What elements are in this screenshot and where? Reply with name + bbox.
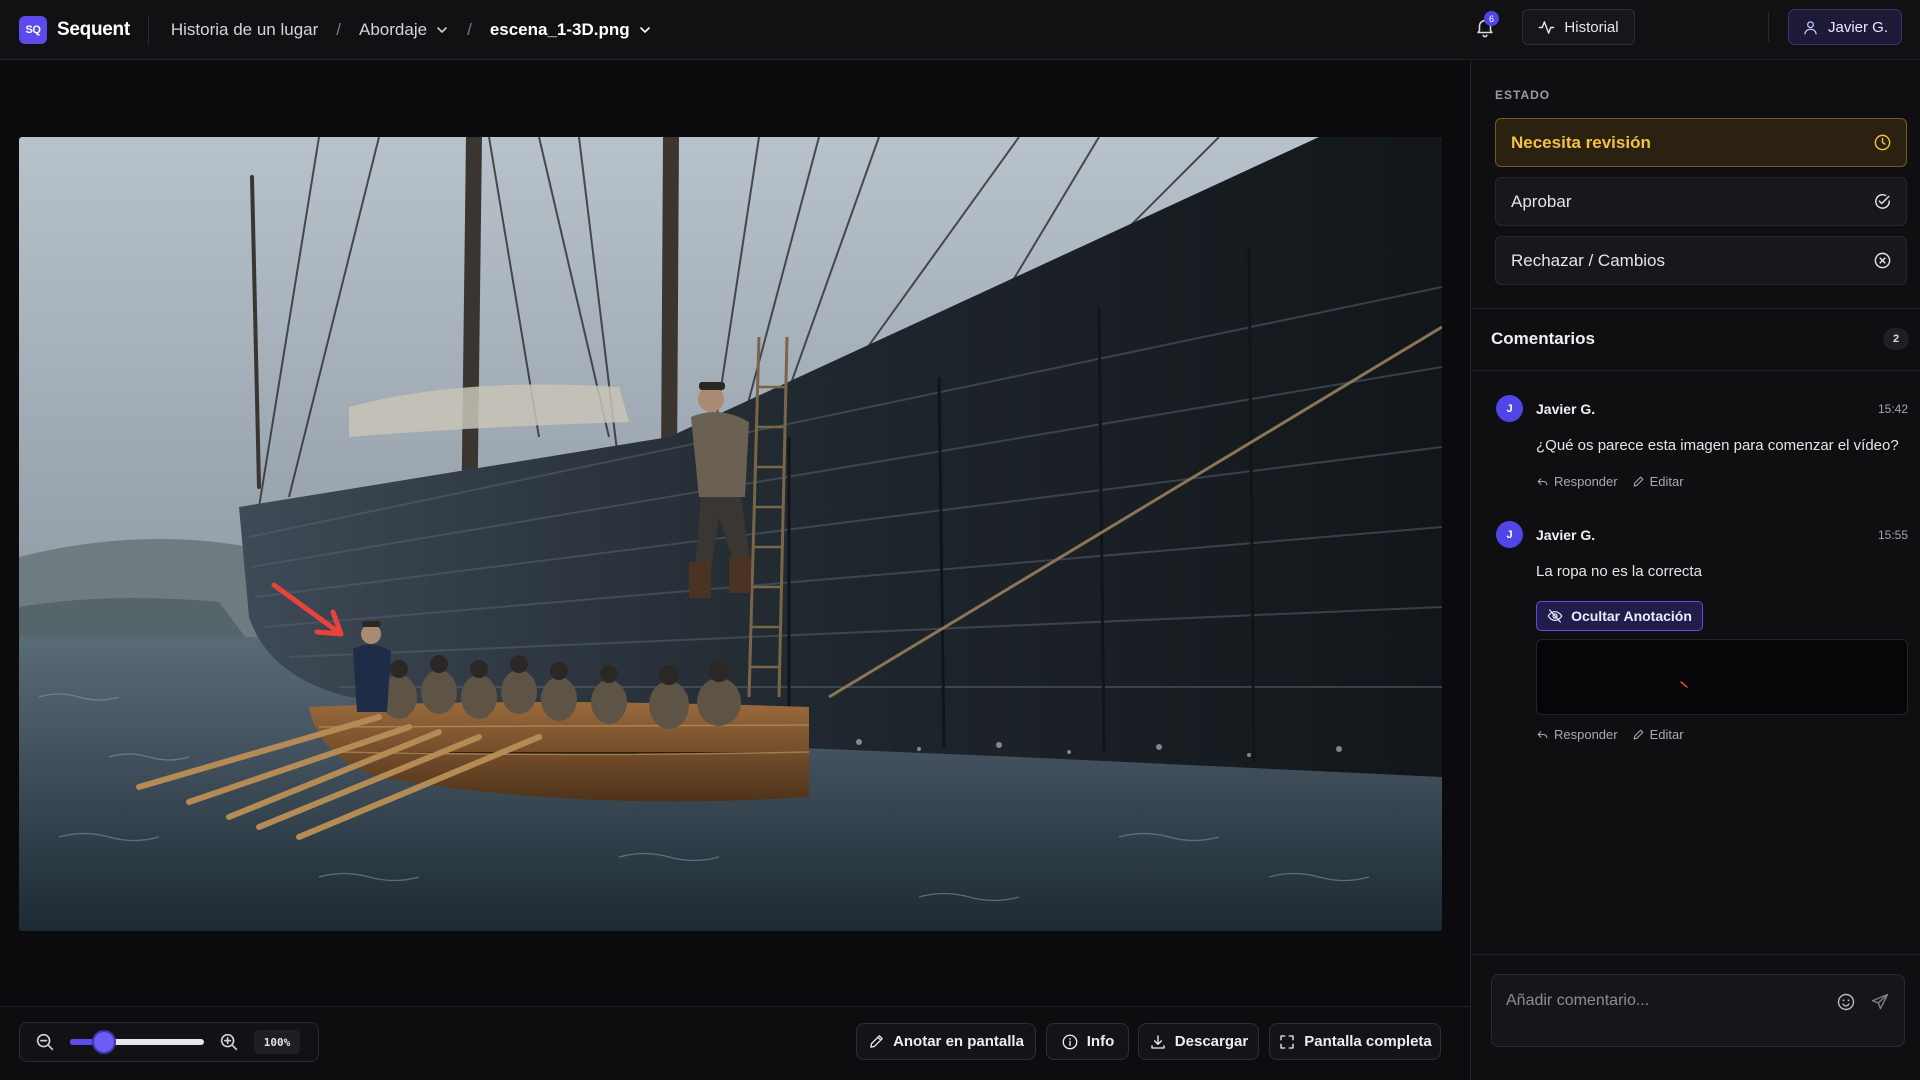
comment-text: La ropa no es la correcta (1536, 563, 1702, 580)
history-button[interactable]: Historial (1522, 9, 1635, 45)
image-viewer (0, 61, 1470, 1006)
send-icon[interactable] (1870, 992, 1890, 1012)
logo-mark: SQ (19, 15, 47, 44)
download-button[interactable]: Descargar (1138, 1023, 1259, 1060)
status-reject[interactable]: Rechazar / Cambios (1495, 236, 1907, 285)
comment-author: Javier G. (1536, 401, 1596, 417)
chevron-down-icon (639, 26, 650, 33)
status-option-label: Rechazar / Cambios (1511, 250, 1666, 270)
check-circle-icon (1875, 194, 1890, 209)
breadcrumb-project-label: Historia de un lugar (170, 19, 319, 39)
hide-annotation-label: Ocultar Anotación (1571, 608, 1692, 624)
comment-input[interactable] (1506, 989, 1826, 1013)
avatar: J (1496, 521, 1523, 548)
x-circle-icon (1874, 252, 1891, 269)
zoom-level: 100% (254, 1030, 300, 1054)
comment-time: 15:55 (1877, 528, 1908, 542)
reply-icon (1537, 478, 1548, 486)
zoom-controls: 100% (19, 1022, 319, 1062)
review-panel: ESTADO Necesita revisión Aprobar Rechaza… (1470, 61, 1920, 1080)
annotation-thumbnail (1680, 681, 1688, 688)
activity-icon (1539, 20, 1555, 34)
fullscreen-icon (1280, 1034, 1294, 1049)
reply-button[interactable]: Responder (1536, 727, 1618, 742)
breadcrumb-separator: / (467, 19, 472, 39)
reply-icon (1537, 731, 1548, 739)
notifications-button[interactable]: 6 (1470, 11, 1500, 42)
status-approve[interactable]: Aprobar (1495, 177, 1907, 226)
zoom-slider-handle[interactable] (93, 1032, 114, 1052)
chevron-down-icon (437, 26, 447, 33)
user-menu-button[interactable]: Javier G. (1788, 9, 1902, 45)
edit-label: Editar (1649, 474, 1684, 489)
avatar: J (1496, 395, 1523, 422)
info-label: Info (1086, 1033, 1115, 1050)
notification-badge: 6 (1484, 11, 1499, 26)
breadcrumb-scene-label: Abordaje (359, 19, 428, 39)
status-section-label: ESTADO (1495, 88, 1551, 102)
breadcrumb-file-label: escena_1-3D.png (489, 19, 630, 39)
comments-count-badge: 2 (1883, 328, 1909, 350)
panel-divider (1471, 370, 1920, 371)
breadcrumb: Historia de un lugar / Abordaje / escena… (171, 20, 652, 40)
annotate-label: Anotar en pantalla (893, 1033, 1024, 1050)
app-logo[interactable]: SQ Sequent (19, 15, 130, 44)
reply-button[interactable]: Responder (1536, 474, 1618, 489)
fullscreen-label: Pantalla completa (1304, 1033, 1432, 1050)
header-divider (1768, 12, 1769, 42)
edit-button[interactable]: Editar (1632, 727, 1684, 742)
comment-item: J Javier G. 15:42 ¿Qué os parece esta im… (1496, 395, 1908, 489)
comment-actions: Responder Editar (1536, 474, 1684, 489)
status-needs-review[interactable]: Necesita revisión (1495, 118, 1907, 167)
edit-label: Editar (1649, 727, 1684, 742)
zoom-in-icon[interactable] (218, 1031, 240, 1053)
user-label: Javier G. (1827, 18, 1888, 36)
comment-composer (1491, 974, 1905, 1047)
download-icon (1151, 1034, 1165, 1049)
eye-off-icon (1547, 609, 1563, 623)
info-icon (1062, 1034, 1078, 1049)
emoji-icon[interactable] (1836, 992, 1856, 1012)
breadcrumb-project[interactable]: Historia de un lugar (171, 20, 318, 40)
history-label: Historial (1564, 18, 1619, 36)
zoom-slider[interactable] (70, 1032, 204, 1052)
comment-item: J Javier G. 15:55 La ropa no es la corre… (1496, 521, 1908, 761)
comments-title: Comentarios (1491, 329, 1595, 348)
annotation-preview[interactable] (1536, 639, 1908, 715)
panel-divider (1471, 954, 1920, 955)
clock-icon (1874, 134, 1891, 151)
panel-divider (1471, 308, 1920, 309)
reply-label: Responder (1554, 727, 1618, 742)
pencil-icon (1633, 729, 1643, 740)
edit-button[interactable]: Editar (1632, 474, 1684, 489)
status-option-label: Necesita revisión (1511, 132, 1651, 152)
breadcrumb-file[interactable]: escena_1-3D.png (490, 20, 652, 40)
hide-annotation-button[interactable]: Ocultar Anotación (1536, 601, 1703, 631)
info-button[interactable]: Info (1046, 1023, 1129, 1060)
preview-image[interactable] (19, 137, 1442, 931)
annotate-button[interactable]: Anotar en pantalla (856, 1023, 1036, 1060)
comment-time: 15:42 (1877, 402, 1908, 416)
user-icon (1804, 20, 1817, 35)
comment-text: ¿Qué os parece esta imagen para comenzar… (1536, 437, 1899, 454)
ship-boarding-scene (19, 137, 1442, 931)
viewer-toolbar: 100% Anotar en pantalla Info Descargar P… (0, 1006, 1470, 1080)
status-option-label: Aprobar (1511, 191, 1572, 211)
reply-label: Responder (1554, 474, 1618, 489)
comment-author: Javier G. (1536, 527, 1596, 543)
pencil-icon (870, 1035, 883, 1048)
breadcrumb-separator: / (336, 19, 342, 39)
fullscreen-button[interactable]: Pantalla completa (1269, 1023, 1441, 1060)
download-label: Descargar (1174, 1033, 1249, 1050)
zoom-out-icon[interactable] (34, 1031, 56, 1053)
app-name: Sequent (57, 18, 130, 40)
header-divider (147, 14, 149, 45)
breadcrumb-scene[interactable]: Abordaje (359, 20, 449, 40)
top-bar: SQ Sequent Historia de un lugar / Aborda… (0, 0, 1920, 60)
pencil-icon (1633, 476, 1643, 487)
comment-actions: Responder Editar (1536, 727, 1684, 742)
